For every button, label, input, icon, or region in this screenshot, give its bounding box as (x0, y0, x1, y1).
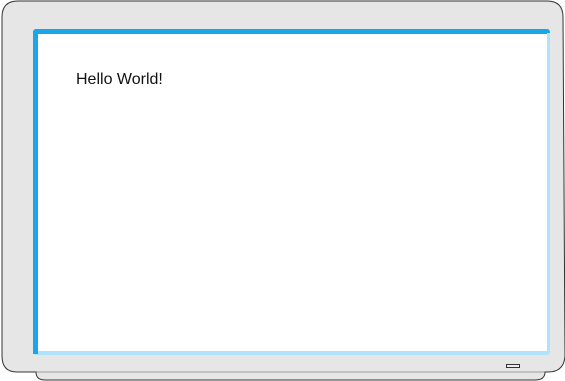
power-led-icon (506, 364, 520, 368)
screen-content-area: Hello World! (38, 34, 547, 351)
monitor-display: Hello World! (0, 0, 565, 381)
hello-world-text: Hello World! (76, 71, 163, 88)
